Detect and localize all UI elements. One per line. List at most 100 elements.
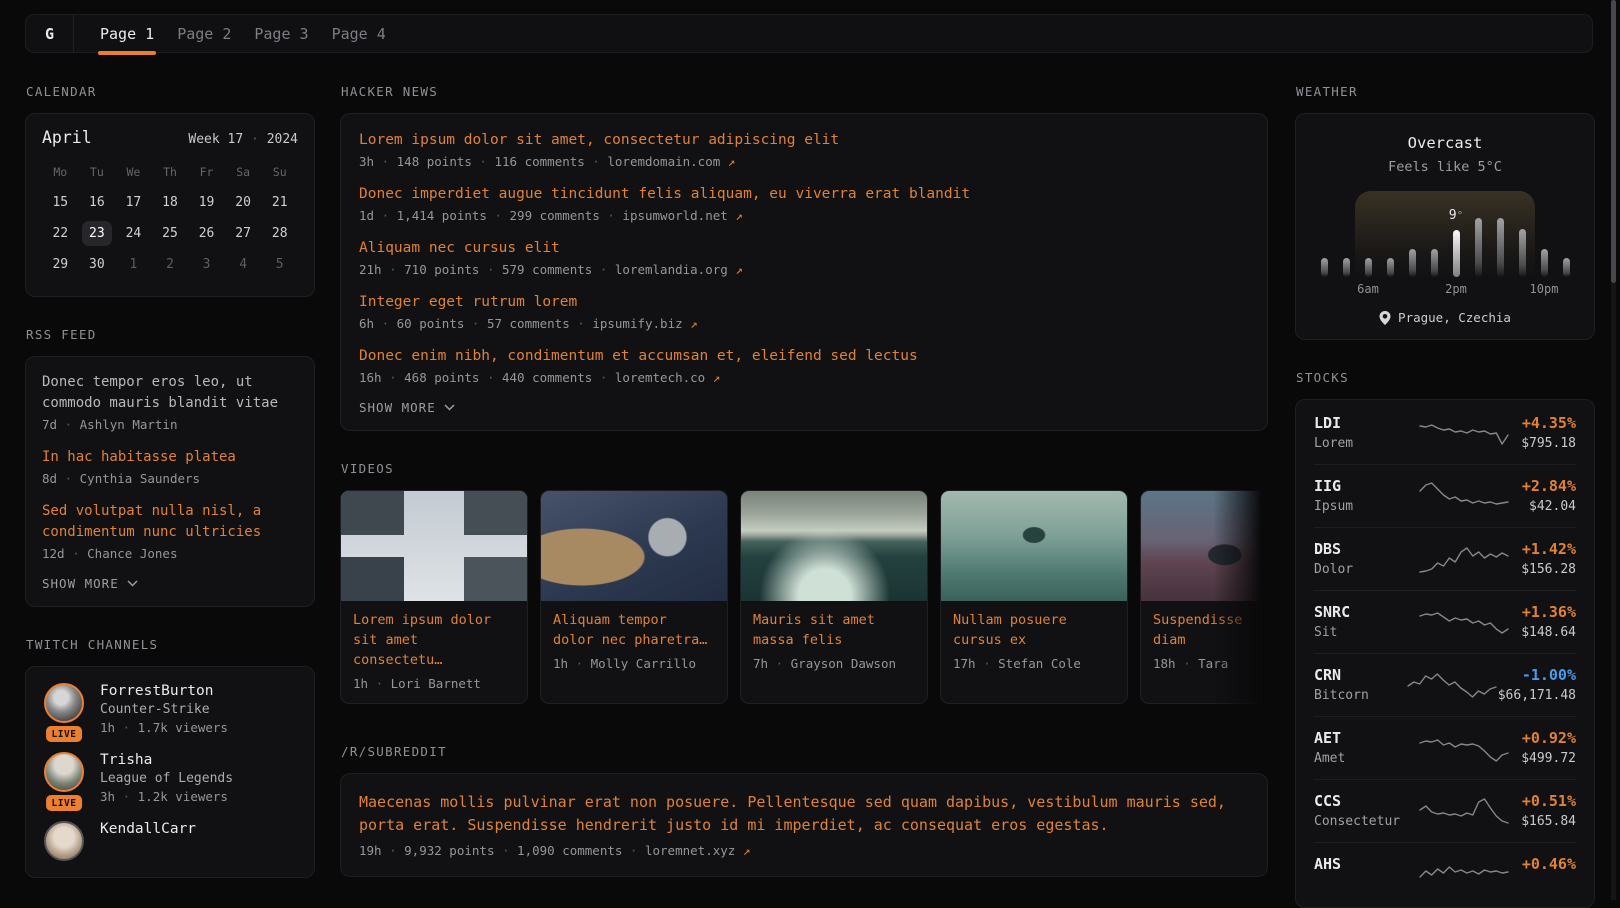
weather-hourly-chart: 9° (1313, 191, 1577, 277)
app-logo[interactable]: G (26, 15, 74, 52)
calendar-day: 5 (261, 249, 298, 280)
hn-story-title[interactable]: Integer eget rutrum lorem (359, 292, 1249, 312)
video-meta: 7h · Grayson Dawson (753, 656, 915, 671)
meta-part: 19h (359, 843, 382, 858)
hackernews-section-title: HACKER NEWS (341, 84, 1268, 99)
right-column: WEATHER Overcast Feels like 5°C 9° 6am2p… (1295, 84, 1595, 908)
separator-dot: · (382, 262, 405, 277)
stock-values: +1.36%$148.64 (1521, 603, 1576, 640)
twitch-channel-row[interactable]: KendallCarr (42, 821, 298, 861)
tab-page-2[interactable]: Page 2 (177, 15, 231, 52)
twitch-channel-name[interactable]: ForrestBurton (100, 683, 228, 699)
show-more-button[interactable]: SHOW MORE (359, 400, 1249, 415)
video-title[interactable]: Mauris sit amet massa felis (753, 610, 915, 650)
separator-dot: · (464, 316, 487, 331)
show-more-label: SHOW MORE (42, 576, 119, 591)
twitch-channel-name[interactable]: KendallCarr (100, 821, 196, 837)
meta-part: Tara (1198, 656, 1228, 671)
hn-story-title[interactable]: Lorem ipsum dolor sit amet, consectetur … (359, 130, 1249, 150)
calendar-day: 29 (42, 249, 79, 280)
meta-part: 1d (359, 208, 374, 223)
scrollbar-thumb[interactable] (1611, 0, 1616, 283)
stock-row[interactable]: DBSDolor+1.42%$156.28 (1314, 527, 1576, 590)
avatar[interactable] (44, 752, 84, 792)
stock-price: $795.18 (1521, 436, 1576, 451)
story-domain-link[interactable]: loremnet.xyz ↗ (645, 843, 750, 858)
stock-row[interactable]: SNRCSit +1.36%$148.64 (1314, 590, 1576, 653)
story-domain-link[interactable]: loremdomain.com ↗ (607, 154, 735, 169)
stock-values: +0.51%$165.84 (1521, 792, 1576, 829)
hn-story-title[interactable]: Donec enim nibh, condimentum et accumsan… (359, 346, 1249, 366)
video-card[interactable]: Aliquam tempor dolor nec pharetra…1h · M… (540, 490, 728, 704)
page-scrollbar[interactable] (1611, 0, 1616, 900)
story-domain-link[interactable]: loremtech.co ↗ (615, 370, 720, 385)
video-title[interactable]: Aliquam tempor dolor nec pharetra… (553, 610, 715, 650)
separator-dot: · (374, 316, 397, 331)
video-title[interactable]: Nullam posuere cursus ex (953, 610, 1115, 650)
twitch-channel-info: ForrestBurtonCounter-Strike1h · 1.7k vie… (100, 683, 228, 735)
stock-change: +0.46% (1522, 855, 1576, 873)
twitch-channel-info: KendallCarr (100, 821, 196, 861)
stock-values: -1.00%$66,171.48 (1498, 666, 1576, 703)
story-domain-link[interactable]: ipsumworld.net ↗ (622, 208, 742, 223)
avatar[interactable] (44, 683, 84, 723)
calendar-day: 27 (225, 218, 262, 249)
stock-row[interactable]: AHS +0.46% (1314, 842, 1576, 905)
stock-id: LDILorem (1314, 414, 1418, 451)
twitch-channel-row[interactable]: LIVEForrestBurtonCounter-Strike1h · 1.7k… (42, 683, 298, 735)
hn-story-title[interactable]: Donec imperdiet augue tincidunt felis al… (359, 184, 1249, 204)
show-more-button[interactable]: SHOW MORE (42, 576, 298, 591)
separator-dot: · (115, 789, 138, 804)
stock-row[interactable]: CRNBitcorn-1.00%$66,171.48 (1314, 653, 1576, 716)
degree-symbol: ° (1457, 209, 1464, 222)
hn-story-meta: 21h · 710 points · 579 comments · loreml… (359, 262, 1249, 277)
stock-row[interactable]: LDILorem+4.35%$795.18 (1314, 402, 1576, 464)
hour-bar (1387, 258, 1394, 277)
stock-row[interactable]: CCSConsectetur+0.51%$165.84 (1314, 779, 1576, 842)
calendar-weekday: Tu (79, 159, 116, 187)
tab-page-1[interactable]: Page 1 (100, 15, 154, 52)
video-thumbnail[interactable] (941, 491, 1127, 601)
rss-item-title[interactable]: Sed volutpat nulla nisl, a condimentum n… (42, 501, 298, 543)
twitch-channel-name[interactable]: Trisha (100, 752, 233, 768)
calendar-day: 3 (188, 249, 225, 280)
hn-story-title[interactable]: Aliquam nec cursus elit (359, 238, 1249, 258)
calendar-weekday: We (115, 159, 152, 187)
video-card[interactable]: Suspendisse diam 18h · Tara (1140, 490, 1268, 704)
story-domain-link[interactable]: loremlandia.org ↗ (615, 262, 743, 277)
meta-part: 60 points (397, 316, 465, 331)
video-title[interactable]: Suspendisse diam (1153, 610, 1253, 650)
avatar[interactable] (44, 821, 84, 861)
calendar-day: 16 (79, 187, 116, 218)
stock-values: +0.46% (1522, 855, 1576, 892)
separator-dot: · (115, 720, 138, 735)
stock-id: SNRCSit (1314, 603, 1418, 640)
story-domain-link[interactable]: ipsumify.biz ↗ (592, 316, 697, 331)
stock-sparkline (1418, 541, 1510, 577)
video-thumbnail[interactable] (741, 491, 927, 601)
twitch-channel-row[interactable]: LIVETrishaLeague of Legends3h · 1.2k vie… (42, 752, 298, 804)
tab-page-3[interactable]: Page 3 (254, 15, 308, 52)
twitch-channel-meta: 1h · 1.7k viewers (100, 720, 228, 735)
rss-item-title[interactable]: In hac habitasse platea (42, 447, 298, 468)
stock-price (1522, 877, 1576, 892)
video-card[interactable]: Nullam posuere cursus ex17h · Stefan Col… (940, 490, 1128, 704)
stock-row[interactable]: IIGIpsum+2.84%$42.04 (1314, 464, 1576, 527)
tab-page-4[interactable]: Page 4 (332, 15, 386, 52)
video-thumbnail[interactable] (1141, 491, 1268, 601)
external-link-icon: ↗ (713, 370, 721, 385)
meta-part: 1.7k viewers (138, 720, 228, 735)
separator-dot: · (374, 154, 397, 169)
meta-part: 12d (42, 546, 65, 561)
stock-id: AHS (1314, 855, 1418, 892)
live-badge: LIVE (46, 726, 82, 742)
video-thumbnail[interactable] (341, 491, 527, 601)
rss-item-title[interactable]: Donec tempor eros leo, ut commodo mauris… (42, 372, 298, 414)
video-title[interactable]: Lorem ipsum dolor sit amet consectetu… (353, 610, 515, 670)
video-card[interactable]: Lorem ipsum dolor sit amet consectetu…1h… (340, 490, 528, 704)
stock-row[interactable]: AETAmet+0.92%$499.72 (1314, 716, 1576, 779)
reddit-post-title[interactable]: Maecenas mollis pulvinar erat non posuer… (359, 791, 1249, 837)
video-card[interactable]: Mauris sit amet massa felis 7h · Grayson … (740, 490, 928, 704)
video-thumbnail[interactable] (541, 491, 727, 601)
video-meta: 18h · Tara (1153, 656, 1268, 671)
